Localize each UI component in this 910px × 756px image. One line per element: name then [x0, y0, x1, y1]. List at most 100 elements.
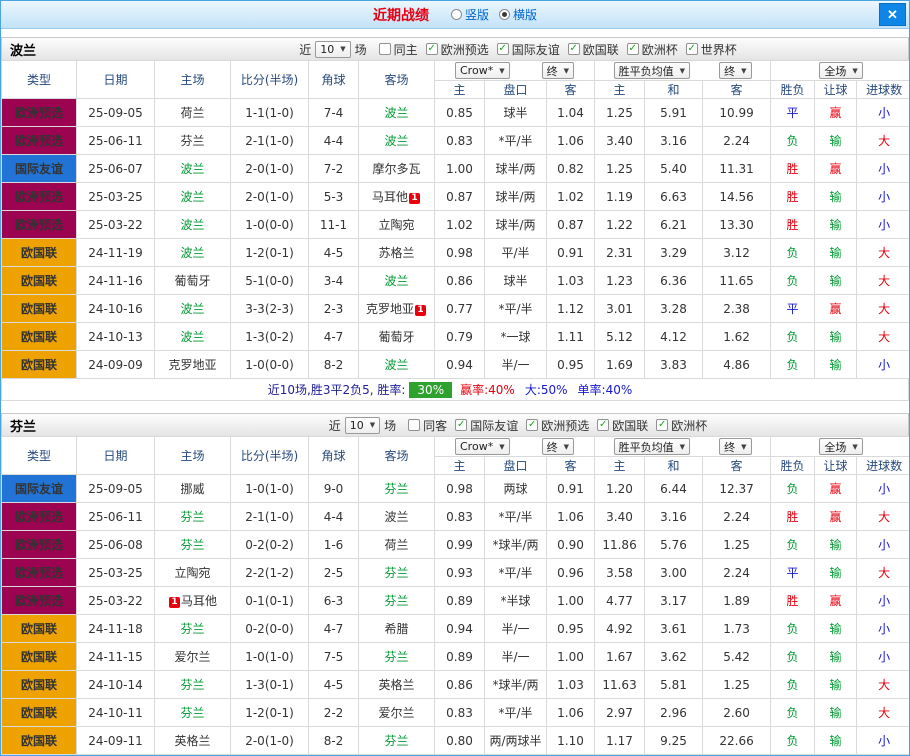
corners: 1-6: [309, 531, 359, 559]
match-count-dropdown[interactable]: 10 ▼: [315, 41, 350, 58]
scope-dropdown[interactable]: 全场 ▼: [819, 438, 862, 455]
avg-home: 11.86: [595, 531, 645, 559]
avg-final-dropdown[interactable]: 终▼: [719, 438, 751, 455]
handicap-result: 输: [815, 127, 857, 155]
handicap-result: 赢: [815, 475, 857, 503]
match-row: 国际友谊25-06-07波兰2-0(1-0)7-2摩尔多瓦1.00球半/两0.8…: [2, 155, 910, 183]
column-header: 比分(半场): [231, 61, 309, 99]
away-odds: 1.06: [547, 503, 595, 531]
home-odds: 0.80: [435, 727, 485, 755]
checkbox-checked-icon: ✓: [568, 43, 580, 55]
home-odds: 0.94: [435, 351, 485, 379]
chevron-down-icon: ▼: [340, 45, 345, 53]
filter-checkbox-1[interactable]: ✓欧洲预选: [426, 41, 489, 58]
handicap-line: *平/半: [485, 127, 547, 155]
handicap-result: 输: [815, 727, 857, 755]
close-button[interactable]: ✕: [879, 3, 906, 26]
home-team: 芬兰: [155, 699, 231, 727]
competition-type: 欧国联: [2, 699, 77, 727]
subcolumn-header: 盘口: [485, 457, 547, 475]
score-halftime: 0-2(0-0): [231, 615, 309, 643]
checkbox-checked-icon: ✓: [426, 43, 438, 55]
subcolumn-header: 盘口: [485, 81, 547, 99]
filter-checkbox-4[interactable]: ✓欧洲杯: [656, 417, 707, 434]
odds-source-dropdown[interactable]: Crow*▼: [455, 438, 510, 455]
home-team: 芬兰: [155, 127, 231, 155]
team-name-text: 波兰: [384, 134, 408, 148]
home-team: 英格兰: [155, 727, 231, 755]
filter-checkbox-0[interactable]: 同客: [408, 417, 447, 434]
match-row: 欧国联24-11-16葡萄牙5-1(0-0)3-4波兰0.86球半1.031.2…: [2, 267, 910, 295]
handicap-line: *平/半: [485, 699, 547, 727]
handicap-line: 半/一: [485, 615, 547, 643]
dropdown-value: 10: [320, 43, 334, 56]
scope-dropdown[interactable]: 全场▼: [819, 62, 862, 79]
avg-home: 1.23: [595, 267, 645, 295]
layout-radio-1[interactable]: 横版: [499, 6, 537, 23]
away-team: 芬兰: [359, 643, 435, 671]
handicap-result: 输: [815, 531, 857, 559]
filter-checkbox-2[interactable]: ✓国际友谊: [497, 41, 560, 58]
filter-checkbox-1[interactable]: ✓国际友谊: [455, 417, 518, 434]
checkbox-checked-icon: ✓: [686, 43, 698, 55]
odds-final-dropdown[interactable]: 终▼: [542, 62, 574, 79]
team-name-text: 葡萄牙: [378, 330, 414, 344]
home-team: 波兰: [155, 239, 231, 267]
goals-over-under: 大: [857, 671, 910, 699]
odds-source-dropdown[interactable]: Crow*▼: [455, 62, 510, 79]
corners: 11-1: [309, 211, 359, 239]
close-icon: ✕: [887, 7, 898, 22]
avg-away: 1.62: [703, 323, 771, 351]
chevron-down-icon: ▼: [741, 67, 746, 75]
stats-table: 类型日期主场比分(半场)角球客场Crow*▼终▼胜平负均值▼终▼全场▼主盘口客主…: [1, 436, 910, 755]
corners: 6-3: [309, 587, 359, 615]
odds-final-dropdown[interactable]: 终▼: [542, 438, 574, 455]
filter-checkbox-3[interactable]: ✓欧国联: [568, 41, 619, 58]
avg-dropdown[interactable]: 胜平负均值▼: [614, 62, 690, 79]
layout-radio-0[interactable]: 竖版: [451, 6, 489, 23]
subcolumn-header: 主: [595, 81, 645, 99]
team-name-text: 芬兰: [384, 566, 408, 580]
avg-draw: 2.96: [645, 699, 703, 727]
header-row-groups: 类型日期主场比分(半场)角球客场Crow*▼终▼胜平负均值▼终▼全场▼: [2, 61, 910, 81]
score-halftime: 2-0(1-0): [231, 183, 309, 211]
handicap-result: 赢: [815, 99, 857, 127]
match-count-dropdown[interactable]: 10▼: [345, 417, 380, 434]
corners: 5-3: [309, 183, 359, 211]
chevron-down-icon: ▼: [852, 443, 857, 451]
filter-checkbox-0[interactable]: 同主: [379, 41, 418, 58]
goals-over-under: 小: [857, 211, 910, 239]
subcolumn-header: 胜负: [771, 81, 815, 99]
subcolumn-header: 客: [547, 457, 595, 475]
away-team: 马耳他1: [359, 183, 435, 211]
filter-checkbox-2[interactable]: ✓欧洲预选: [526, 417, 589, 434]
filter-checkbox-4[interactable]: ✓欧洲杯: [627, 41, 678, 58]
goals-over-under: 大: [857, 323, 910, 351]
home-odds: 0.83: [435, 699, 485, 727]
filter-checkbox-3[interactable]: ✓欧国联: [597, 417, 648, 434]
subcolumn-header: 让球: [815, 81, 857, 99]
away-team: 波兰: [359, 267, 435, 295]
avg-home: 5.12: [595, 323, 645, 351]
goals-over-under: 小: [857, 183, 910, 211]
checkbox-label: 欧洲杯: [642, 41, 678, 58]
handicap-line: 平/半: [485, 239, 547, 267]
result-group-header: 全场▼: [771, 61, 910, 81]
avg-draw: 3.16: [645, 127, 703, 155]
filter-checkbox-5[interactable]: ✓世界杯: [686, 41, 737, 58]
match-row: 欧洲预选25-03-25立陶宛2-2(1-2)2-5芬兰0.93*平/半0.96…: [2, 559, 910, 587]
avg-home: 3.01: [595, 295, 645, 323]
checkbox-unchecked-icon: [408, 419, 420, 431]
dropdown-value: 全场: [824, 439, 846, 455]
avg-dropdown[interactable]: 胜平负均值▼: [614, 438, 690, 455]
team-name-text: 芬兰: [384, 594, 408, 608]
goals-over-under: 大: [857, 699, 910, 727]
avg-final-dropdown[interactable]: 终▼: [719, 62, 751, 79]
result-wdl: 平: [771, 99, 815, 127]
match-row: 欧国联24-09-11英格兰2-0(1-0)8-2芬兰0.80两/两球半1.10…: [2, 727, 910, 755]
corners: 8-2: [309, 727, 359, 755]
home-odds: 0.86: [435, 671, 485, 699]
checkbox-label: 欧洲预选: [541, 417, 589, 434]
away-odds: 0.95: [547, 351, 595, 379]
handicap-line: 两球: [485, 475, 547, 503]
